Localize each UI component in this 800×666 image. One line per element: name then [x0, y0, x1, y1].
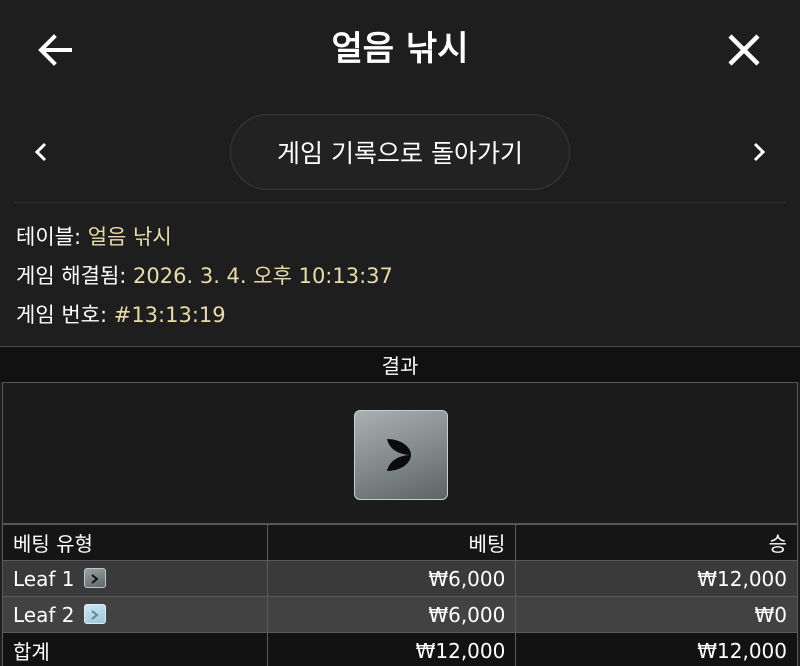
total-label: 합계	[2, 632, 268, 666]
game-number-info: 게임 번호: #13:13:19	[16, 296, 393, 335]
win-amount: ₩12,000	[515, 560, 798, 597]
col-bet: 베팅	[266, 524, 517, 561]
result-heading: 결과	[0, 346, 800, 382]
table-row: Leaf 1 ₩6,000 ₩12,000	[2, 560, 798, 597]
game-info: 테이블: 얼음 낚시 게임 해결됨: 2026. 3. 4. 오후 10:13:…	[16, 218, 393, 335]
table-header-row: 베팅 유형 베팅 승	[2, 524, 798, 561]
game-navigation: 게임 기록으로 돌아가기	[0, 112, 800, 192]
chevron-right-icon	[753, 142, 766, 162]
col-bet-type: 베팅 유형	[2, 524, 268, 561]
back-to-history-button[interactable]: 게임 기록으로 돌아가기	[230, 114, 570, 190]
table-info: 테이블: 얼음 낚시	[16, 218, 393, 257]
total-win: ₩12,000	[515, 632, 798, 666]
next-game-button[interactable]	[740, 134, 776, 170]
bet-amount: ₩6,000	[266, 596, 517, 633]
close-icon	[728, 34, 760, 66]
chevron-left-icon	[34, 142, 47, 162]
bet-type-label: Leaf 1	[13, 566, 75, 591]
result-panel	[2, 382, 798, 524]
result-card	[354, 410, 448, 500]
bet-type-cell: Leaf 2	[2, 596, 268, 633]
total-bet: ₩12,000	[266, 632, 517, 666]
bets-table: 베팅 유형 베팅 승 Leaf 1 ₩6,000 ₩12,000 Leaf 2 …	[2, 524, 798, 666]
leaf-dark-icon	[84, 568, 107, 588]
game-number-value: #13:13:19	[113, 303, 226, 327]
game-number-label: 게임 번호:	[16, 303, 108, 327]
table-value: 얼음 낚시	[87, 225, 172, 249]
header: 얼음 낚시	[0, 0, 800, 100]
table-label: 테이블:	[16, 225, 82, 249]
leaf-light-icon	[84, 604, 107, 624]
previous-game-button[interactable]	[24, 134, 60, 170]
page-title: 얼음 낚시	[331, 29, 469, 69]
win-amount: ₩0	[515, 596, 798, 633]
table-row: Leaf 2 ₩6,000 ₩0	[2, 596, 798, 633]
leaf-card-icon	[387, 439, 411, 471]
divider	[14, 202, 786, 203]
close-button[interactable]	[722, 28, 766, 72]
bet-type-cell: Leaf 1	[2, 560, 268, 597]
resolved-label: 게임 해결됨:	[16, 264, 127, 288]
resolved-value: 2026. 3. 4. 오후 10:13:37	[133, 264, 393, 288]
total-row: 합계 ₩12,000 ₩12,000	[2, 632, 798, 666]
col-win: 승	[515, 524, 798, 561]
resolved-info: 게임 해결됨: 2026. 3. 4. 오후 10:13:37	[16, 257, 393, 296]
bet-type-label: Leaf 2	[13, 602, 75, 627]
bet-amount: ₩6,000	[266, 560, 517, 597]
